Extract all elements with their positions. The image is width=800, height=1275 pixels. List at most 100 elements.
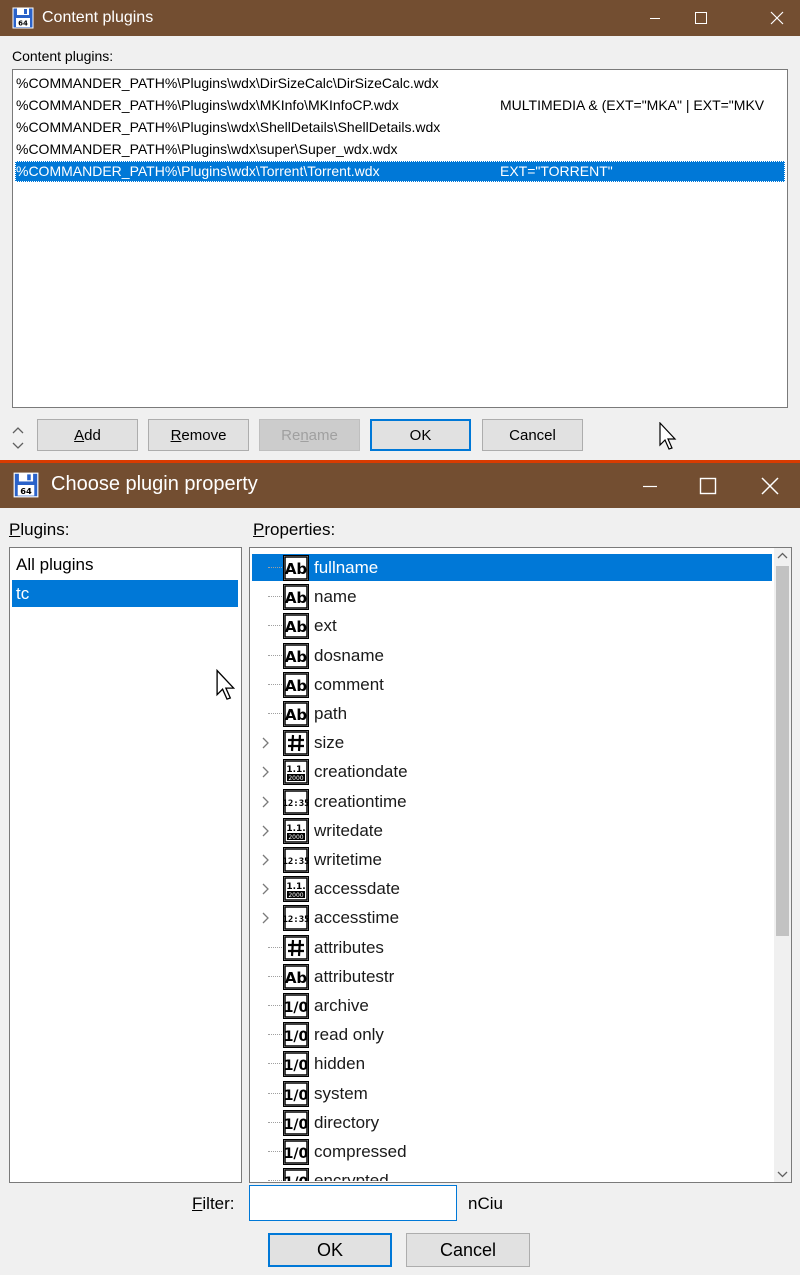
ok-button[interactable]: OK bbox=[268, 1233, 392, 1267]
string-type-icon: Ab bbox=[283, 613, 309, 640]
property-tree-item[interactable]: 1/0 directory bbox=[252, 1108, 772, 1137]
plugins-list[interactable]: All plugins tc bbox=[9, 547, 242, 1183]
window-title: Content plugins bbox=[42, 9, 154, 26]
tree-connector bbox=[268, 567, 282, 568]
svg-text:12:35: 12:35 bbox=[283, 799, 309, 809]
string-type-icon: Ab bbox=[283, 963, 309, 990]
plugin-list-item[interactable]: All plugins bbox=[12, 551, 238, 578]
property-label: archive bbox=[314, 996, 369, 1015]
property-tree-item[interactable]: Ab dosname bbox=[252, 641, 772, 670]
svg-text:Ab: Ab bbox=[285, 618, 308, 636]
property-tree-item[interactable]: 1/0 archive bbox=[252, 991, 772, 1020]
property-label: system bbox=[314, 1083, 368, 1103]
property-tree-item[interactable]: 1/0 encrypted bbox=[252, 1166, 772, 1181]
remove-button[interactable]: Remove bbox=[148, 419, 249, 451]
property-tree-item[interactable]: Ab comment bbox=[252, 670, 772, 699]
string-type-icon: Ab bbox=[283, 701, 309, 727]
expand-chevron-icon[interactable] bbox=[261, 854, 271, 866]
property-tree-item[interactable]: 1.1. 2000 accessdate bbox=[252, 874, 772, 903]
property-tree-item[interactable]: 12:35 writetime bbox=[252, 845, 772, 874]
expand-chevron-icon[interactable] bbox=[261, 825, 271, 837]
minimize-button[interactable] bbox=[632, 0, 678, 36]
property-tree-item[interactable]: Ab fullname bbox=[252, 553, 772, 582]
tree-connector bbox=[268, 1092, 282, 1094]
minimize-button[interactable] bbox=[626, 463, 674, 508]
svg-text:1.1.: 1.1. bbox=[286, 882, 305, 892]
expand-chevron-icon[interactable] bbox=[261, 766, 271, 778]
property-tree-item[interactable]: Ab ext bbox=[252, 611, 772, 640]
plugin-row[interactable]: %COMMANDER_PATH%\Plugins\wdx\MKInfo\MKIn… bbox=[15, 95, 785, 116]
plugin-list-item[interactable]: tc bbox=[12, 580, 238, 607]
property-label: creationdate bbox=[314, 762, 408, 782]
svg-text:Ab: Ab bbox=[285, 648, 308, 666]
tree-connector bbox=[268, 625, 282, 627]
expand-chevron-icon[interactable] bbox=[261, 737, 271, 749]
property-tree-item[interactable]: attributes bbox=[252, 933, 772, 962]
close-icon bbox=[761, 476, 779, 495]
property-tree-item[interactable]: size bbox=[252, 728, 772, 757]
close-button[interactable] bbox=[754, 0, 800, 36]
property-label: path bbox=[314, 704, 348, 723]
title-bar[interactable]: 64 Content plugins bbox=[0, 0, 800, 36]
title-bar[interactable]: 64 Choose plugin property bbox=[0, 463, 800, 508]
svg-text:1/0: 1/0 bbox=[284, 1088, 309, 1104]
content-plugins-window: 64 Content plugins Content plugins: %COM… bbox=[0, 0, 800, 460]
property-tree-item[interactable]: 1/0 read only bbox=[252, 1020, 772, 1049]
number-type-icon bbox=[283, 730, 309, 757]
boolean-type-icon: 1/0 bbox=[283, 1022, 309, 1049]
tree-connector bbox=[268, 1063, 282, 1065]
property-tree-item[interactable]: Ab name bbox=[252, 582, 772, 611]
expand-chevron-icon[interactable] bbox=[261, 883, 271, 895]
plugin-row[interactable]: %COMMANDER_PATH%\Plugins\wdx\DirSizeCalc… bbox=[15, 73, 785, 94]
date-type-icon: 1.1.2000 bbox=[283, 817, 309, 844]
plugin-row[interactable]: %COMMANDER_PATH%\Plugins\wdx\Torrent\Tor… bbox=[15, 161, 785, 182]
move-updown-spinner[interactable] bbox=[9, 423, 27, 453]
plugin-path: %COMMANDER_PATH%\Plugins\wdx\DirSizeCalc… bbox=[16, 75, 439, 91]
property-tree-item[interactable]: 1.1. 2000 writedate bbox=[252, 816, 772, 845]
rename-button[interactable]: Re n ame bbox=[259, 419, 360, 451]
boolean-type-icon: 1/0 bbox=[283, 1168, 309, 1181]
filter-input[interactable] bbox=[249, 1185, 457, 1221]
scrollbar-thumb[interactable] bbox=[776, 566, 789, 936]
add-button[interactable]: Add bbox=[37, 419, 138, 451]
property-tree-item[interactable]: 12:35 creationtime bbox=[252, 787, 772, 816]
property-tree-item[interactable]: 1/0 hidden bbox=[252, 1049, 772, 1078]
property-tree-item[interactable]: Ab path bbox=[252, 699, 772, 728]
property-label: comment bbox=[314, 674, 384, 694]
property-label: ext bbox=[314, 616, 337, 636]
property-tree-item[interactable]: Ab attributestr bbox=[252, 962, 772, 991]
properties-tree[interactable]: Ab fullname Ab name Ab ext Ab dosname Ab comment A… bbox=[249, 547, 792, 1183]
property-label: encrypted bbox=[314, 1171, 389, 1181]
maximize-button[interactable] bbox=[678, 0, 724, 36]
property-label: writetime bbox=[314, 850, 383, 869]
plugin-detect-string: EXT="TORRENT" bbox=[500, 163, 613, 179]
maximize-button[interactable] bbox=[684, 463, 732, 508]
expand-chevron-icon[interactable] bbox=[261, 912, 271, 924]
property-tree-item[interactable]: 1/0 system bbox=[252, 1079, 772, 1108]
property-tree-item[interactable]: 1.1. 2000 creationdate bbox=[252, 757, 772, 786]
svg-text:Ab: Ab bbox=[285, 677, 308, 695]
string-type-icon: Ab bbox=[283, 642, 309, 669]
plugin-path: %COMMANDER_PATH%\Plugins\wdx\Torrent\Tor… bbox=[16, 163, 380, 179]
time-type-icon: 12:35 bbox=[283, 847, 309, 873]
svg-text:64: 64 bbox=[18, 20, 28, 28]
property-tree-item[interactable]: 12:35 accesstime bbox=[252, 903, 772, 932]
scroll-up-arrow-icon bbox=[777, 552, 788, 559]
svg-text:12:35: 12:35 bbox=[283, 857, 309, 867]
cancel-button[interactable]: Cancel bbox=[482, 419, 583, 451]
boolean-type-icon: 1/0 bbox=[283, 1139, 309, 1165]
property-label: hidden bbox=[314, 1054, 366, 1074]
ok-button[interactable]: OK bbox=[370, 419, 471, 451]
string-type-icon: Ab bbox=[283, 584, 309, 611]
vertical-scrollbar[interactable] bbox=[774, 548, 791, 1182]
property-tree-item[interactable]: 1/0 compressed bbox=[252, 1137, 772, 1166]
close-button[interactable] bbox=[746, 463, 794, 508]
plugin-row[interactable]: %COMMANDER_PATH%\Plugins\wdx\super\Super… bbox=[15, 139, 785, 160]
cancel-button[interactable]: Cancel bbox=[406, 1233, 530, 1267]
svg-text:12:35: 12:35 bbox=[283, 915, 309, 925]
expand-chevron-icon[interactable] bbox=[261, 796, 271, 808]
content-plugins-list[interactable]: %COMMANDER_PATH%\Plugins\wdx\DirSizeCalc… bbox=[12, 69, 788, 408]
plugin-row[interactable]: %COMMANDER_PATH%\Plugins\wdx\ShellDetail… bbox=[15, 117, 785, 138]
floppy-disk-64-icon: 64 bbox=[13, 472, 39, 498]
filter-label: Filter: bbox=[192, 1194, 235, 1213]
